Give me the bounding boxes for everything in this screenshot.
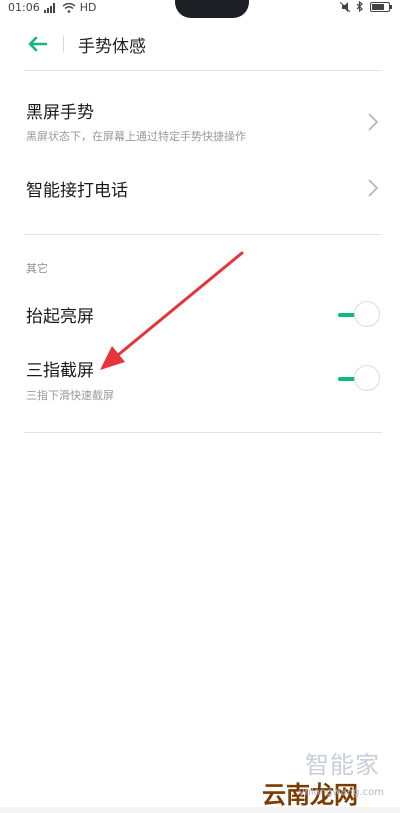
chevron-right-icon xyxy=(368,179,379,197)
header-divider xyxy=(24,70,382,71)
three-finger-screenshot-row[interactable]: 三指截屏 三指下滑快速截屏 xyxy=(0,352,400,412)
status-bar: 01:06 HD xyxy=(0,0,400,18)
three-finger-screenshot-subtitle: 三指下滑快速截屏 xyxy=(26,389,114,402)
header-separator xyxy=(63,36,64,52)
three-finger-screenshot-title: 三指截屏 xyxy=(26,361,94,381)
section-other-label: 其它 xyxy=(26,262,48,275)
network-type: HD xyxy=(79,1,97,14)
black-screen-gesture-subtitle: 黑屏状态下，在屏幕上通过特定手势快捷操作 xyxy=(26,130,246,143)
raise-to-wake-title: 抬起亮屏 xyxy=(26,307,94,327)
back-arrow-icon xyxy=(28,36,47,52)
raise-to-wake-toggle[interactable] xyxy=(336,300,382,330)
smart-call-title: 智能接打电话 xyxy=(26,181,128,201)
watermark-sub-text: ynlongwang.com xyxy=(298,787,384,798)
wifi-icon xyxy=(62,2,76,13)
watermark: 智能家 云南龙网 ynlongwang.com xyxy=(248,745,388,809)
signal-icon xyxy=(43,2,55,13)
settings-screen: 01:06 HD 手势体感 黑屏手势 黑屏状态下，在屏幕上通过特定手势快捷操作 … xyxy=(0,0,400,813)
black-screen-gesture-row[interactable]: 黑屏手势 黑屏状态下，在屏幕上通过特定手势快捷操作 xyxy=(0,88,400,156)
status-right xyxy=(340,1,392,12)
list-end-divider xyxy=(24,432,382,433)
status-time: 01:06 xyxy=(8,1,40,14)
mute-icon xyxy=(340,1,350,12)
chevron-right-icon xyxy=(368,113,379,131)
three-finger-screenshot-toggle[interactable] xyxy=(336,364,382,394)
bluetooth-icon xyxy=(356,1,363,12)
toggle-knob xyxy=(354,301,380,327)
smart-call-row[interactable]: 智能接打电话 xyxy=(0,164,400,214)
status-left: 01:06 HD xyxy=(8,1,96,14)
page-title: 手势体感 xyxy=(78,37,146,57)
section-divider xyxy=(24,234,382,235)
toggle-knob xyxy=(354,365,380,391)
raise-to-wake-row[interactable]: 抬起亮屏 xyxy=(0,292,400,338)
header: 手势体感 xyxy=(0,24,400,64)
black-screen-gesture-title: 黑屏手势 xyxy=(26,103,94,123)
back-button[interactable] xyxy=(22,30,52,58)
camera-notch xyxy=(175,0,249,18)
battery-icon xyxy=(370,1,392,12)
bottom-bar xyxy=(0,807,400,813)
